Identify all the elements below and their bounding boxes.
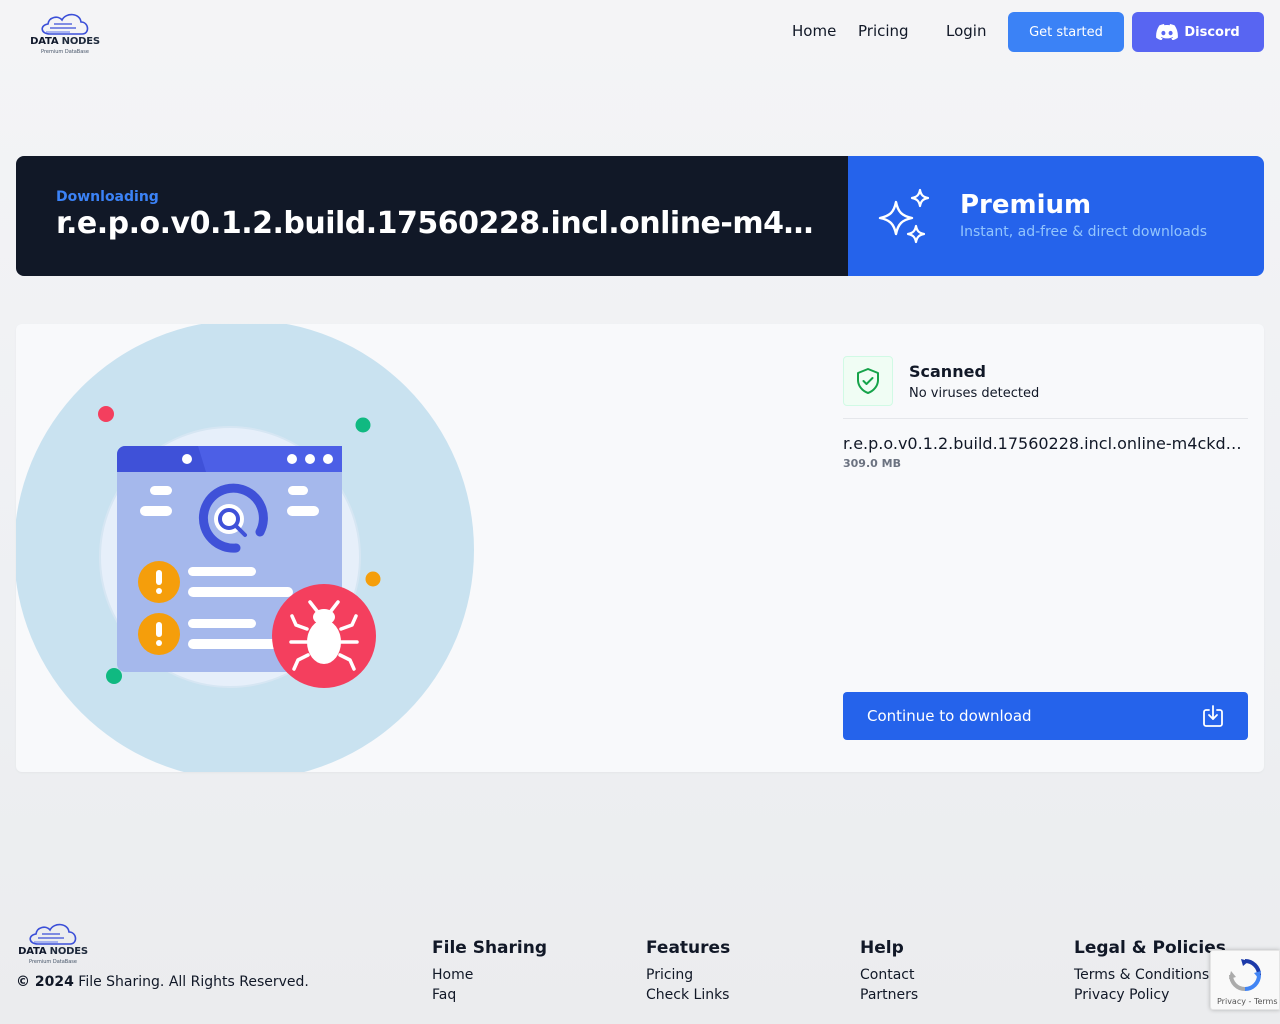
download-icon bbox=[1203, 705, 1223, 727]
continue-download-label: Continue to download bbox=[867, 707, 1032, 725]
footer-col-title: Legal & Policies bbox=[1074, 938, 1226, 958]
bug-icon bbox=[272, 584, 376, 688]
footer-link-partners[interactable]: Partners bbox=[860, 985, 918, 1005]
divider bbox=[843, 418, 1248, 419]
nav-pricing[interactable]: Pricing bbox=[858, 22, 909, 40]
downloading-label: Downloading bbox=[56, 189, 159, 205]
footer-col-title: Help bbox=[860, 938, 904, 958]
discord-icon bbox=[1156, 24, 1179, 40]
file-card: Scanned No viruses detected r.e.p.o.v0.1… bbox=[16, 324, 1264, 772]
download-banner: Downloading r.e.p.o.v0.1.2.build.1756022… bbox=[16, 156, 1264, 276]
footer-link-home[interactable]: Home bbox=[432, 965, 547, 985]
footer-link-contact[interactable]: Contact bbox=[860, 965, 918, 985]
brand-logo[interactable]: DATA NODES Premium DataBase bbox=[28, 10, 102, 56]
discord-button[interactable]: Discord bbox=[1132, 12, 1264, 52]
download-file-title: r.e.p.o.v0.1.2.build.17560228.incl.onlin… bbox=[56, 206, 816, 241]
nav-home[interactable]: Home bbox=[792, 22, 836, 40]
scan-subtitle: No viruses detected bbox=[909, 386, 1040, 401]
footer-col-legal: Legal & Policies Terms & Conditions Priv… bbox=[1074, 938, 1226, 1005]
nav-login[interactable]: Login bbox=[946, 22, 986, 40]
footer-col-features: Features Pricing Check Links bbox=[646, 938, 730, 1005]
download-title-panel: Downloading r.e.p.o.v0.1.2.build.1756022… bbox=[16, 156, 848, 276]
premium-title: Premium bbox=[960, 190, 1092, 220]
footer-link-terms[interactable]: Terms & Conditions bbox=[1074, 965, 1226, 985]
footer-col-file-sharing: File Sharing Home Faq bbox=[432, 938, 547, 1005]
continue-download-button[interactable]: Continue to download bbox=[843, 692, 1248, 740]
premium-panel[interactable]: Premium Instant, ad-free & direct downlo… bbox=[848, 156, 1264, 276]
file-size: 309.0 MB bbox=[843, 457, 901, 470]
scan-status-badge bbox=[843, 356, 893, 406]
footer-col-title: Features bbox=[646, 938, 731, 958]
header: DATA NODES Premium DataBase Home Pricing… bbox=[0, 0, 1280, 64]
file-name: r.e.p.o.v0.1.2.build.17560228.incl.onlin… bbox=[843, 434, 1248, 453]
sparkle-icon bbox=[878, 188, 930, 244]
shield-check-icon bbox=[857, 368, 879, 394]
cloud-logo-icon bbox=[29, 923, 77, 945]
recaptcha-icon bbox=[1229, 959, 1261, 991]
footer-brand-name: DATA NODES bbox=[18, 946, 88, 957]
recaptcha-links[interactable]: Privacy - Terms bbox=[1217, 997, 1278, 1006]
recaptcha-badge[interactable]: Privacy - Terms bbox=[1210, 950, 1280, 1010]
get-started-button[interactable]: Get started bbox=[1008, 12, 1124, 52]
footer-link-pricing[interactable]: Pricing bbox=[646, 965, 730, 985]
brand-name: DATA NODES bbox=[30, 36, 100, 47]
footer-col-help: Help Contact Partners bbox=[860, 938, 918, 1005]
footer-link-faq[interactable]: Faq bbox=[432, 985, 547, 1005]
footer-link-check-links[interactable]: Check Links bbox=[646, 985, 730, 1005]
get-started-label: Get started bbox=[1029, 24, 1103, 40]
premium-subtitle: Instant, ad-free & direct downloads bbox=[960, 224, 1208, 240]
discord-label: Discord bbox=[1184, 24, 1240, 40]
footer-logo[interactable]: DATA NODES Premium DataBase bbox=[16, 920, 90, 966]
scan-title: Scanned bbox=[909, 362, 986, 381]
footer-col-title: File Sharing bbox=[432, 938, 548, 958]
footer-link-privacy[interactable]: Privacy Policy bbox=[1074, 985, 1226, 1005]
brand-tagline: Premium DataBase bbox=[41, 49, 89, 55]
cloud-logo-icon bbox=[41, 13, 89, 35]
copyright: © 2024 File Sharing. All Rights Reserved… bbox=[16, 974, 309, 990]
virus-scan-illustration bbox=[16, 324, 474, 772]
footer-brand-tagline: Premium DataBase bbox=[29, 959, 77, 965]
